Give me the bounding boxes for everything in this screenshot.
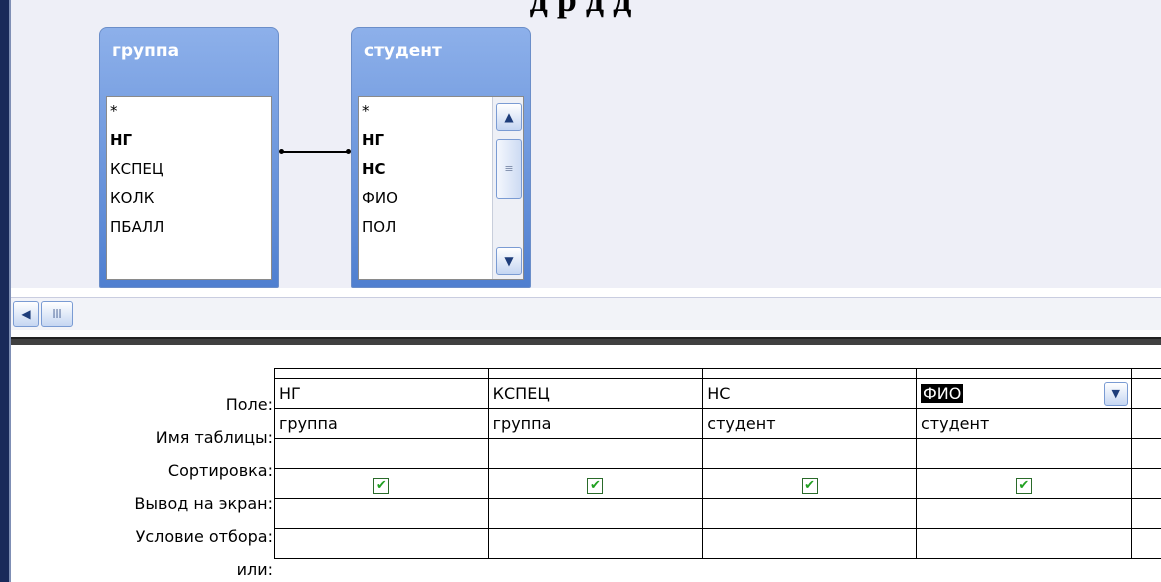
sort-cell[interactable] <box>487 438 704 469</box>
table-box-student[interactable]: студент * НГ НС ФИО ПОЛ ▲ ≡ ▼ <box>351 27 531 288</box>
field-item[interactable]: КОЛК <box>107 184 271 213</box>
qbe-grid: НГ КСПЕЦ НС ФИО ▼ группа группа студент … <box>274 368 1161 559</box>
criteria-cell[interactable] <box>915 498 1132 529</box>
field-item[interactable]: ПБАЛЛ <box>107 213 271 242</box>
chevron-left-icon[interactable]: ◀ <box>13 301 39 327</box>
scrollbar-thumb[interactable]: ||| <box>41 301 73 327</box>
field-item[interactable]: КСПЕЦ <box>107 155 271 184</box>
chevron-down-icon[interactable]: ▼ <box>496 247 522 275</box>
field-cell[interactable] <box>1130 378 1161 409</box>
or-cell[interactable] <box>487 528 704 559</box>
table-cell[interactable]: группа <box>487 408 704 439</box>
field-item[interactable]: * <box>107 97 271 126</box>
row-label-sort: Сортировка: <box>167 461 273 480</box>
selected-field-text[interactable]: ФИО <box>920 384 964 403</box>
criteria-cell[interactable] <box>1130 498 1161 529</box>
field-list-scrollbar[interactable]: ▲ ≡ ▼ <box>492 97 523 279</box>
qbe-grid-pane: Поле: Имя таблицы: Сортировка: Вывод на … <box>11 345 1161 582</box>
field-cell[interactable]: КСПЕЦ <box>487 378 704 409</box>
pane-splitter[interactable] <box>11 337 1161 345</box>
show-checkbox[interactable]: ✔ <box>587 477 604 494</box>
show-cell: ✔ <box>702 468 917 499</box>
diagram-horizontal-scrollbar[interactable]: ◀ ||| <box>11 297 1161 330</box>
table-cell[interactable] <box>1130 408 1161 439</box>
field-list[interactable]: * НГ КСПЕЦ КОЛК ПБАЛЛ <box>106 96 272 280</box>
field-cell-selected[interactable]: ФИО ▼ <box>915 378 1132 409</box>
table-title[interactable]: группа <box>100 28 278 74</box>
sort-cell[interactable] <box>1130 438 1161 469</box>
show-checkbox[interactable]: ✔ <box>373 477 390 494</box>
criteria-cell[interactable] <box>487 498 704 529</box>
table-cell[interactable]: группа <box>274 408 489 439</box>
row-label-table: Имя таблицы: <box>155 428 273 447</box>
row-label-field: Поле: <box>225 395 273 414</box>
table-cell[interactable]: студент <box>915 408 1132 439</box>
column-selector[interactable] <box>274 368 489 379</box>
show-cell: ✔ <box>915 468 1132 499</box>
field-list[interactable]: * НГ НС ФИО ПОЛ ▲ ≡ ▼ <box>358 96 524 280</box>
sort-cell[interactable] <box>702 438 917 469</box>
show-checkbox[interactable]: ✔ <box>1015 477 1032 494</box>
row-label-criteria: Условие отбора: <box>135 527 273 546</box>
column-selector[interactable] <box>702 368 917 379</box>
scrollbar-thumb[interactable]: ≡ <box>496 139 522 199</box>
column-selector[interactable] <box>915 368 1132 379</box>
window-left-border <box>0 0 11 582</box>
or-cell[interactable] <box>1130 528 1161 559</box>
field-cell[interactable]: НГ <box>274 378 489 409</box>
field-cell[interactable]: НС <box>702 378 917 409</box>
join-line[interactable] <box>282 151 349 153</box>
chevron-up-icon[interactable]: ▲ <box>496 103 522 131</box>
table-box-gruppa[interactable]: группа * НГ КСПЕЦ КОЛК ПБАЛЛ <box>99 27 279 288</box>
query-diagram-pane: группа * НГ КСПЕЦ КОЛК ПБАЛЛ студент * Н… <box>11 0 1161 288</box>
show-cell[interactable] <box>1130 468 1161 499</box>
criteria-cell[interactable] <box>274 498 489 529</box>
document-title-fragment: д р д д <box>0 0 1161 20</box>
row-label-show: Вывод на экран: <box>134 494 273 513</box>
show-cell: ✔ <box>274 468 489 499</box>
table-cell[interactable]: студент <box>702 408 917 439</box>
row-label-or: или: <box>236 560 273 579</box>
show-cell: ✔ <box>487 468 704 499</box>
table-title[interactable]: студент <box>352 28 530 74</box>
sort-cell[interactable] <box>915 438 1132 469</box>
field-item[interactable]: НГ <box>107 126 271 155</box>
criteria-cell[interactable] <box>702 498 917 529</box>
chevron-down-icon[interactable]: ▼ <box>1103 382 1128 406</box>
or-cell[interactable] <box>702 528 917 559</box>
join-endpoint <box>346 149 351 154</box>
or-cell[interactable] <box>915 528 1132 559</box>
row-labels: Поле: Имя таблицы: Сортировка: Вывод на … <box>11 345 273 582</box>
column-selector[interactable] <box>1130 368 1161 379</box>
column-selector[interactable] <box>487 368 704 379</box>
show-checkbox[interactable]: ✔ <box>801 477 818 494</box>
sort-cell[interactable] <box>274 438 489 469</box>
or-cell[interactable] <box>274 528 489 559</box>
